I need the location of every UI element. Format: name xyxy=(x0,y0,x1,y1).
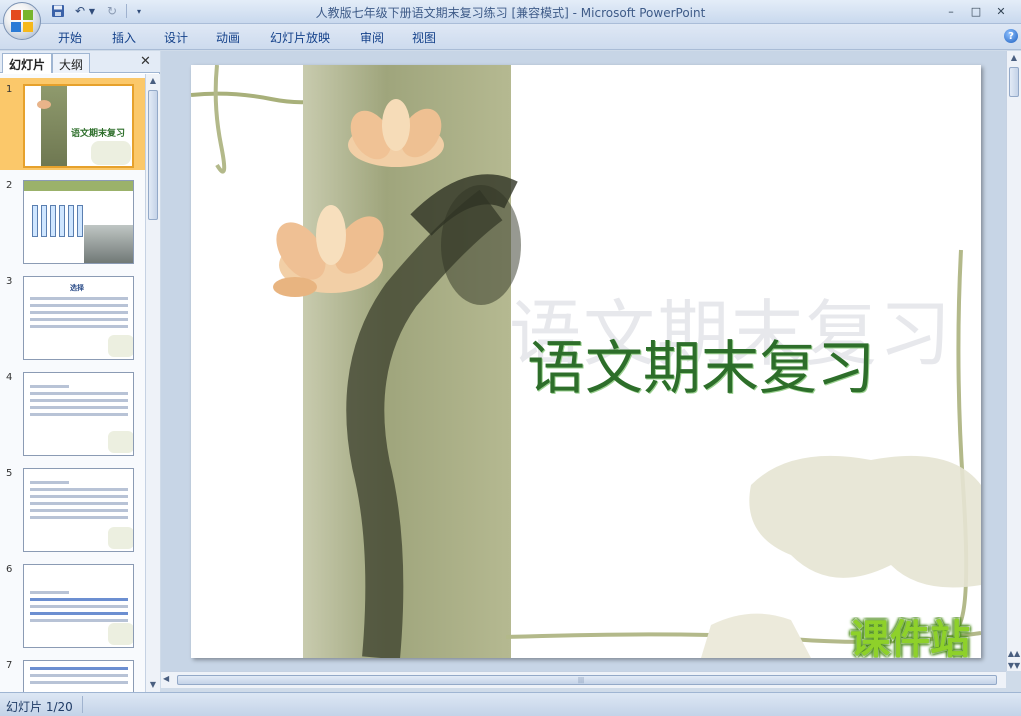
close-pane-icon[interactable]: ✕ xyxy=(140,54,151,69)
slides-pane-scrollbar[interactable]: ▲ ▼ xyxy=(145,74,160,692)
tab-view[interactable]: 视图 xyxy=(412,29,436,46)
slide-thumbnail-2[interactable]: 2 xyxy=(0,174,145,266)
title-bar: ↶ ▼ ↻ ▾ 人教版七年级下册语文期末复习练习 [兼容模式] - Micros… xyxy=(0,0,1021,40)
tab-design[interactable]: 设计 xyxy=(164,29,188,46)
watermark-logo: 课件站 www.kjzhan.com xyxy=(795,617,981,658)
tab-insert[interactable]: 插入 xyxy=(112,29,136,46)
slide-editing-area: 语文期末复习 语文期末复习 课件站 www.kjzhan.com xyxy=(161,51,1006,671)
slide-number: 6 xyxy=(6,564,13,575)
redo-icon[interactable]: ↻ xyxy=(104,3,120,19)
undo-dropdown-icon[interactable]: ▼ xyxy=(88,3,96,19)
slide-number: 5 xyxy=(6,468,13,479)
pane-tab-bar: 幻灯片 大纲 ✕ xyxy=(0,51,160,73)
status-bar: 幻灯片 1/20 xyxy=(0,692,1021,716)
toolbar-separator xyxy=(126,4,127,18)
scroll-left-icon[interactable]: ◀ xyxy=(163,674,169,683)
customize-arrow-icon[interactable]: ▾ xyxy=(134,3,144,19)
svg-text:课件站: 课件站 xyxy=(850,617,970,658)
slide-canvas[interactable]: 语文期末复习 语文期末复习 课件站 www.kjzhan.com xyxy=(191,65,981,658)
window-title: 人教版七年级下册语文期末复习练习 [兼容模式] - Microsoft Powe… xyxy=(315,6,706,20)
maximize-button[interactable]: □ xyxy=(965,2,987,20)
slide-thumb-title: 语文期末复习 xyxy=(71,129,126,139)
tab-review[interactable]: 审阅 xyxy=(360,29,384,46)
slide-number: 3 xyxy=(6,276,13,287)
slide-preview: 语文期末复习 xyxy=(23,84,134,168)
office-logo-icon xyxy=(11,10,33,32)
slide-thumbnail-6[interactable]: 6 xyxy=(0,558,145,650)
slide-thumbnail-3[interactable]: 3 选择 xyxy=(0,270,145,362)
scroll-up-icon[interactable]: ▲ xyxy=(146,74,160,88)
slide-thumbnail-4[interactable]: 4 xyxy=(0,366,145,458)
tab-outline[interactable]: 大纲 xyxy=(52,53,91,73)
scrollbar-thumb[interactable]: ||| xyxy=(177,675,997,685)
status-separator xyxy=(82,696,83,713)
slide-number: 4 xyxy=(6,372,13,383)
scrollbar-thumb[interactable] xyxy=(1009,67,1019,97)
kjzhan-logo-image: 课件站 www.kjzhan.com xyxy=(849,617,971,658)
slide-title[interactable]: 语文期末复习 xyxy=(527,321,875,405)
undo-icon[interactable]: ↶ xyxy=(72,3,88,19)
slide-preview xyxy=(23,660,134,692)
ribbon-tab-bar: 开始 插入 设计 动画 幻灯片放映 审阅 视图 ? xyxy=(0,24,1021,50)
help-icon[interactable]: ? xyxy=(1004,29,1018,43)
slide-preview xyxy=(23,564,134,648)
slide-number: 2 xyxy=(6,180,13,191)
scroll-down-icon[interactable]: ▼ xyxy=(146,678,160,692)
tab-slideshow[interactable]: 幻灯片放映 xyxy=(270,29,330,46)
slide-thumbnail-list: 1 语文期末复习 2 3 选择 4 5 6 7 xyxy=(0,74,145,692)
scroll-up-icon[interactable]: ▲ xyxy=(1007,51,1021,65)
slide-thumbnail-7[interactable]: 7 xyxy=(0,654,145,692)
slide-indicator: 幻灯片 1/20 xyxy=(6,700,73,714)
slide-preview xyxy=(23,180,134,264)
slide-preview: 选择 xyxy=(23,276,134,360)
minimize-button[interactable]: – xyxy=(940,2,962,20)
scrollbar-grip-icon: ||| xyxy=(578,677,585,684)
office-button[interactable] xyxy=(3,2,41,40)
tab-animations[interactable]: 动画 xyxy=(216,29,240,46)
slide-preview xyxy=(23,372,134,456)
next-slide-icon[interactable]: ▼▼ xyxy=(1007,659,1021,673)
slide-vertical-scrollbar[interactable]: ▲ ▲▲ ▼▼ xyxy=(1006,51,1021,671)
slide-number: 7 xyxy=(6,660,13,671)
slide-preview xyxy=(23,468,134,552)
scrollbar-thumb[interactable] xyxy=(148,90,158,220)
slide-number: 1 xyxy=(6,84,13,95)
save-icon[interactable] xyxy=(50,3,66,19)
slides-pane: 幻灯片 大纲 ✕ 1 语文期末复习 2 3 选择 4 5 6 7 ▲ ▼ xyxy=(0,51,160,692)
slide-thumbnail-1[interactable]: 1 语文期末复习 xyxy=(0,78,145,170)
slide-thumbnail-5[interactable]: 5 xyxy=(0,462,145,554)
slide-thumb-title: 选择 xyxy=(70,284,84,292)
tab-slides[interactable]: 幻灯片 xyxy=(2,53,53,73)
close-button[interactable]: ✕ xyxy=(990,2,1012,20)
slide-horizontal-scrollbar[interactable]: ◀ ||| xyxy=(161,671,1006,688)
tab-home[interactable]: 开始 xyxy=(58,29,82,46)
